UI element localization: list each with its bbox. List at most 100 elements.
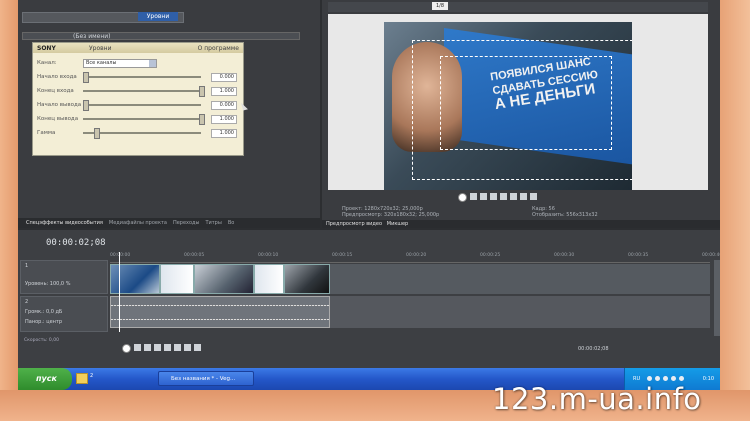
param-value-field[interactable]: 0.000: [211, 100, 237, 110]
tab-video-fx[interactable]: Спецэффекты видеособытия: [26, 218, 103, 228]
audio-clip[interactable]: [110, 296, 330, 328]
tab-more[interactable]: Во: [228, 218, 235, 228]
preview-value: 320x180x32; 25,000p: [383, 212, 440, 218]
tray-icon[interactable]: [679, 376, 684, 381]
play-start-icon-timeline[interactable]: [154, 344, 161, 351]
ruler-tick-label: 00:00:15: [332, 253, 353, 258]
loop-icon[interactable]: [458, 193, 467, 202]
slider-thumb[interactable]: [94, 128, 101, 139]
record-icon[interactable]: [122, 344, 131, 353]
param-value-field[interactable]: 1.000: [211, 86, 237, 96]
display-label: Отобразить:: [532, 212, 565, 218]
about-link[interactable]: О программе: [198, 45, 243, 52]
video-clip-2[interactable]: [194, 264, 254, 294]
tray-icon[interactable]: [647, 376, 652, 381]
start-button[interactable]: пуск: [18, 368, 72, 390]
slider-thumb[interactable]: [82, 72, 89, 83]
param-slider[interactable]: [82, 100, 202, 111]
audio-track[interactable]: [110, 296, 710, 328]
slider-thumb[interactable]: [198, 86, 205, 97]
go-start-icon[interactable]: [184, 344, 191, 351]
plugin-name: Уровни: [89, 44, 112, 52]
timeline-scrollbar[interactable]: [714, 260, 720, 336]
audio-waveform-left: [111, 305, 329, 306]
preview-label: Предпросмотр:: [342, 212, 383, 218]
param-row: Начало входа 0.000: [37, 71, 237, 83]
folder-icon[interactable]: [76, 373, 88, 384]
video-clip-3[interactable]: [284, 264, 330, 294]
timeline-transport: [122, 344, 201, 353]
tab-mixer[interactable]: Микшер: [387, 221, 408, 227]
next-frame-icon[interactable]: [520, 193, 527, 200]
param-value-field[interactable]: 0.000: [211, 72, 237, 82]
param-value-field[interactable]: 1.000: [211, 128, 237, 138]
stop-icon-timeline[interactable]: [174, 344, 181, 351]
ruler-tick-label: 00:00:20: [406, 253, 427, 258]
effect-side-icons[interactable]: [306, 14, 314, 44]
sony-logo: SONY: [37, 44, 56, 52]
audio-waveform-right: [111, 319, 329, 320]
audio-track-header[interactable]: 2 Громк.: 0,0 дБ Панор.: центр: [20, 296, 108, 332]
preview-zoom-select[interactable]: 1/8: [432, 2, 448, 10]
tray-icon[interactable]: [655, 376, 660, 381]
track-number-2: 2: [25, 299, 29, 305]
tab-project-media[interactable]: Медиафайлы проекта: [109, 218, 167, 228]
video-track[interactable]: [110, 264, 710, 294]
folder-count: 2: [90, 373, 94, 379]
effect-tab-levels[interactable]: Уровни: [138, 12, 178, 21]
monitor-bezel-right: [720, 0, 750, 421]
playhead[interactable]: [119, 252, 120, 332]
channel-row: Канал: Все каналы: [37, 57, 237, 69]
video-track-header[interactable]: 1 Уровень: 100,0 %: [20, 260, 108, 294]
slider-thumb[interactable]: [198, 114, 205, 125]
tray-icons: [647, 376, 684, 381]
tab-video-preview[interactable]: Предпросмотр видео: [326, 221, 382, 227]
clock: 0:10: [702, 376, 714, 382]
play-icon-timeline[interactable]: [144, 344, 151, 351]
preset-dropdown[interactable]: (Без имени): [22, 32, 300, 40]
channel-select[interactable]: Все каналы: [83, 58, 157, 68]
param-row: Конец входа 1.000: [37, 85, 237, 97]
param-slider[interactable]: [82, 114, 205, 125]
video-clip-white[interactable]: [160, 264, 194, 294]
tab-transitions[interactable]: Переходы: [173, 218, 200, 228]
tray-icon[interactable]: [663, 376, 668, 381]
tray-icon[interactable]: [671, 376, 676, 381]
taskbar-vegas-window[interactable]: Без названия * - Veg...: [158, 371, 254, 386]
plugin-header: SONY Уровни О программе: [33, 43, 243, 53]
param-row: Гамма 1.000: [37, 127, 237, 139]
go-end-icon[interactable]: [530, 193, 537, 200]
ruler-tick-label: 00:00:40: [702, 253, 720, 258]
pause-icon[interactable]: [490, 193, 497, 200]
tab-titles[interactable]: Титры: [205, 218, 221, 228]
channel-label: Канал:: [37, 60, 57, 66]
param-label: Начало вывода: [37, 102, 82, 108]
preview-transport: [458, 193, 537, 202]
display-value: 556x313x32: [566, 212, 598, 218]
go-end-icon-timeline[interactable]: [194, 344, 201, 351]
video-clip-1[interactable]: [110, 264, 160, 294]
param-slider[interactable]: [82, 72, 202, 83]
safe-area-inner: [440, 56, 612, 150]
param-slider[interactable]: [82, 128, 202, 139]
video-frame: ПОЯВИЛСЯ ШАНС СДАВАТЬ СЕССИЮ А НЕ ДЕНЬГИ: [384, 22, 632, 190]
param-row: Конец вывода 1.000: [37, 113, 237, 125]
prev-frame-icon[interactable]: [510, 193, 517, 200]
ruler-tick-label: 00:00:30: [554, 253, 575, 258]
play-from-start-icon[interactable]: [480, 193, 487, 200]
pause-icon-timeline[interactable]: [164, 344, 171, 351]
preview-info: Проект: 1280x720x32; 25,000p Предпросмот…: [342, 206, 712, 218]
video-clip-white-2[interactable]: [254, 264, 284, 294]
dock-tabs: Спецэффекты видеособытия Медиафайлы прое…: [18, 218, 320, 228]
play-icon[interactable]: [470, 193, 477, 200]
time-ruler[interactable]: 00:00:00 00:00:05 00:00:10 00:00:15 00:00:20…: [110, 252, 720, 263]
video-level-label: Уровень: 100,0 %: [25, 281, 71, 287]
slider-thumb[interactable]: [82, 100, 89, 111]
param-slider[interactable]: [82, 86, 205, 97]
playback-rate-label: Скорость: 0,00: [24, 338, 59, 343]
ruler-tick-label: 00:00:05: [184, 253, 205, 258]
param-value-field[interactable]: 1.000: [211, 114, 237, 124]
stop-icon[interactable]: [500, 193, 507, 200]
volume-label: Громк.: 0,0 дБ: [25, 309, 63, 315]
loop-playback-icon[interactable]: [134, 344, 141, 351]
